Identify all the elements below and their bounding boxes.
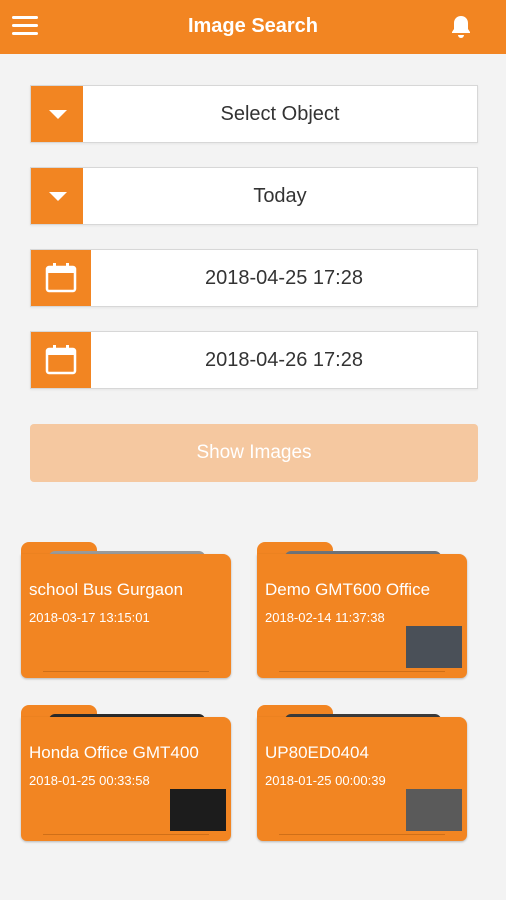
date-range-label: Today bbox=[253, 185, 307, 207]
select-object-label: Select Object bbox=[220, 103, 340, 125]
folder-thumbnail bbox=[170, 789, 226, 831]
dropdown-toggle[interactable] bbox=[31, 168, 83, 224]
folder-name: Demo GMT600 Office bbox=[265, 580, 431, 599]
folder-card[interactable]: Demo GMT600 Office 2018-02-14 11:37:38 bbox=[257, 542, 467, 678]
folder-date: 2018-02-14 11:37:38 bbox=[265, 610, 385, 625]
start-datetime-value: 2018-04-25 17:28 bbox=[205, 267, 363, 289]
start-datetime-field[interactable]: 2018-04-25 17:28 bbox=[30, 249, 478, 307]
calendar-icon bbox=[45, 263, 77, 293]
folder-body: Demo GMT600 Office 2018-02-14 11:37:38 bbox=[257, 554, 467, 678]
dropdown-toggle[interactable] bbox=[31, 86, 83, 142]
date-range-dropdown[interactable]: Today bbox=[30, 167, 478, 225]
folder-divider bbox=[43, 671, 209, 672]
folder-date: 2018-03-17 13:15:01 bbox=[29, 610, 150, 625]
folder-card[interactable]: Honda Office GMT400 2018-01-25 00:33:58 bbox=[21, 705, 231, 841]
folder-date: 2018-01-25 00:33:58 bbox=[29, 773, 150, 788]
select-object-dropdown[interactable]: Select Object bbox=[30, 85, 478, 143]
calendar-icon bbox=[45, 345, 77, 375]
folder-thumbnail bbox=[406, 626, 462, 668]
folder-name: Honda Office GMT400 bbox=[29, 743, 199, 762]
folder-divider bbox=[279, 834, 445, 835]
calendar-button[interactable] bbox=[31, 250, 91, 306]
bell-icon[interactable] bbox=[449, 14, 473, 40]
folder-date: 2018-01-25 00:00:39 bbox=[265, 773, 386, 788]
folder-body: UP80ED0404 2018-01-25 00:00:39 bbox=[257, 717, 467, 841]
folder-card[interactable]: UP80ED0404 2018-01-25 00:00:39 bbox=[257, 705, 467, 841]
folder-body: Honda Office GMT400 2018-01-25 00:33:58 bbox=[21, 717, 231, 841]
folder-divider bbox=[279, 671, 445, 672]
folder-divider bbox=[43, 834, 209, 835]
folder-card[interactable]: school Bus Gurgaon 2018-03-17 13:15:01 bbox=[21, 542, 231, 678]
chevron-down-icon bbox=[49, 110, 67, 119]
chevron-down-icon bbox=[49, 192, 67, 201]
end-datetime-value: 2018-04-26 17:28 bbox=[205, 349, 363, 371]
end-datetime-field[interactable]: 2018-04-26 17:28 bbox=[30, 331, 478, 389]
page-title: Image Search bbox=[187, 15, 319, 37]
folder-name: school Bus Gurgaon bbox=[29, 580, 184, 599]
folder-thumbnail bbox=[406, 789, 462, 831]
show-images-button[interactable]: Show Images bbox=[30, 424, 478, 482]
app-bar: Image Search bbox=[0, 0, 506, 54]
folder-body: school Bus Gurgaon 2018-03-17 13:15:01 bbox=[21, 554, 231, 678]
calendar-button[interactable] bbox=[31, 332, 91, 388]
folder-name: UP80ED0404 bbox=[265, 743, 369, 762]
